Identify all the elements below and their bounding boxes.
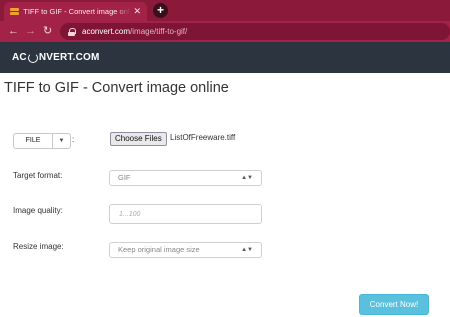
lock-icon: [68, 27, 76, 36]
site-favicon-icon: [10, 7, 20, 16]
target-format-value: GIF: [118, 173, 131, 182]
chosen-file-name: ListOfFreeware.tiff: [170, 133, 236, 142]
browser-tab[interactable]: TIFF to GIF - Convert image online ✕: [4, 2, 147, 21]
new-tab-button[interactable]: +: [153, 3, 168, 18]
image-quality-input[interactable]: [109, 204, 262, 224]
image-quality-label: Image quality:: [13, 206, 63, 215]
url-host: aconvert.com: [82, 27, 131, 36]
target-format-select[interactable]: GIF ▲▼: [109, 170, 262, 186]
browser-tab-strip: TIFF to GIF - Convert image online ✕ +: [0, 0, 450, 21]
forward-arrow-icon[interactable]: →: [25, 23, 36, 40]
browser-toolbar: ← → ↻ aconvert.com /image/tiff-to-gif/: [0, 21, 450, 42]
convert-now-button[interactable]: Convert Now!: [359, 294, 429, 315]
reload-icon[interactable]: ↻: [43, 23, 52, 40]
resize-image-label: Resize image:: [13, 242, 64, 251]
target-format-label: Target format:: [13, 171, 63, 180]
resize-image-value: Keep original image size: [118, 245, 200, 254]
site-header: AC NVERT.COM: [0, 42, 450, 73]
resize-image-select[interactable]: Keep original image size ▲▼: [109, 242, 262, 258]
address-bar[interactable]: aconvert.com /image/tiff-to-gif/: [60, 23, 450, 40]
logo-prefix: AC: [12, 52, 27, 63]
logo-suffix: NVERT.COM: [38, 52, 100, 63]
logo-refresh-icon: [27, 52, 38, 63]
tab-close-icon[interactable]: ✕: [133, 7, 141, 16]
select-arrows-icon: ▲▼: [241, 247, 253, 253]
file-source-label[interactable]: FILE: [14, 134, 53, 148]
caret-down-icon[interactable]: ▼: [53, 134, 70, 148]
url-path: /image/tiff-to-gif/: [130, 27, 188, 36]
choose-files-button[interactable]: Choose Files: [110, 132, 167, 146]
tab-title: TIFF to GIF - Convert image online: [23, 7, 132, 16]
file-source-dropdown[interactable]: FILE ▼: [13, 133, 71, 149]
site-logo[interactable]: AC NVERT.COM: [12, 52, 100, 63]
file-colon: :: [72, 135, 75, 144]
select-arrows-icon: ▲▼: [241, 175, 253, 181]
page-title: TIFF to GIF - Convert image online: [4, 80, 229, 96]
back-arrow-icon[interactable]: ←: [8, 23, 19, 40]
